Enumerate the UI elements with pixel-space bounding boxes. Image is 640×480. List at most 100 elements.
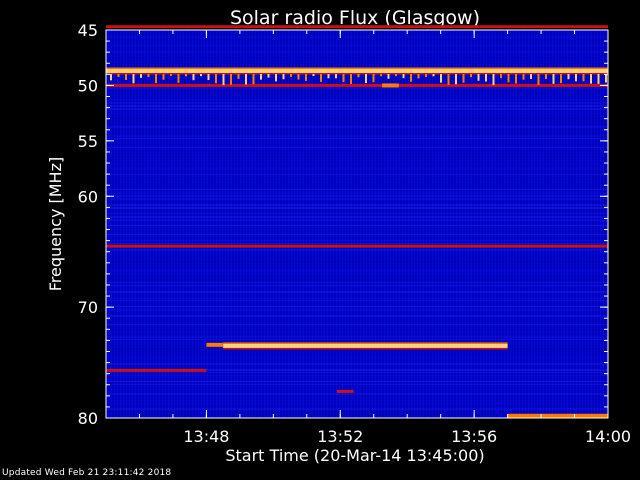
burst-dash [230,74,232,85]
frequency-stripe [106,66,608,67]
frequency-stripe [106,318,608,319]
frequency-stripe [106,255,608,257]
frequency-stripe [106,129,608,131]
emission-band [106,244,608,248]
burst-dash [560,74,562,84]
burst-dash [552,74,555,84]
frequency-stripe [106,168,608,169]
burst-dash [507,74,510,83]
frequency-stripe [106,387,608,388]
frequency-stripe [106,234,608,235]
frequency-stripe [106,258,608,259]
frequency-stripe [106,120,608,122]
frequency-stripe [106,357,608,358]
burst-dash [282,74,285,80]
frequency-stripe [106,81,608,82]
frequency-stripe [106,303,608,305]
frequency-stripe [106,174,608,175]
frequency-stripe [106,219,608,221]
frequency-stripe [106,165,608,166]
frequency-stripe [106,336,608,338]
frequency-stripe [106,339,608,340]
x-axis-label: Start Time (20-Mar-14 13:45:00) [225,446,484,465]
frequency-stripe [106,288,608,289]
frequency-stripe [106,261,608,263]
emission-band [223,343,508,348]
frequency-stripe [106,99,608,100]
burst-dash [117,74,120,78]
burst-dash [305,74,307,81]
burst-dash [477,74,480,81]
burst-dash [567,74,570,80]
frequency-stripe [106,270,608,272]
frequency-stripe [106,408,608,410]
frequency-stripe [106,366,608,368]
frequency-stripe [106,294,608,295]
frequency-stripe [106,267,608,268]
frequency-stripe [106,201,608,203]
burst-dash [395,74,397,77]
burst-dash [410,74,412,82]
burst-dash [147,74,150,77]
frequency-stripe [106,375,608,376]
frequency-stripe [106,78,608,80]
frequency-stripe [106,381,608,382]
frequency-stripe [106,138,608,139]
frequency-stripe [106,192,608,194]
x-tick-label: 13:48 [183,427,229,446]
burst-dash [320,74,322,82]
burst-dash [402,74,405,79]
burst-dash [162,74,165,80]
frequency-stripe [106,333,608,334]
burst-dash [245,74,247,85]
frequency-stripe [106,279,608,281]
burst-dash [455,74,457,85]
frequency-stripe [106,75,608,76]
frequency-stripe [106,114,608,116]
frequency-stripe [106,186,608,188]
burst-dash [237,74,240,79]
y-tick-label: 80 [78,409,98,428]
emission-band [507,413,608,418]
frequency-stripe [106,384,608,385]
updated-timestamp: Updated Wed Feb 21 23:11:42 2018 [2,468,172,478]
y-tick-label: 70 [78,298,98,317]
frequency-stripe [106,354,608,355]
burst-dash [605,74,607,83]
burst-dash [485,74,487,82]
burst-dash [290,74,292,77]
burst-dash [425,74,427,77]
burst-dash [125,74,127,80]
frequency-stripe [106,93,608,95]
burst-dash [155,74,157,84]
emission-band [206,342,224,347]
burst-dash [170,74,172,77]
emission-band [106,25,608,29]
x-tick-label: 14:00 [585,427,631,446]
frequency-stripe [106,177,608,179]
burst-dash [432,74,435,77]
burst-dash [447,74,450,85]
frequency-stripe [106,204,608,206]
emission-band [382,83,399,88]
frequency-stripe [106,54,608,56]
frequency-stripe [106,324,608,325]
frequency-stripe [106,297,608,299]
burst-dash [177,74,180,83]
frequency-stripe [106,195,608,197]
frequency-stripe [106,237,608,239]
frequency-stripe [106,183,608,185]
burst-dash [110,74,112,81]
frequency-stripe [106,240,608,241]
frequency-stripe [106,327,608,328]
frequency-stripe [106,153,608,154]
frequency-stripe [106,144,608,146]
frequency-stripe [106,210,608,212]
frequency-stripe [106,285,608,286]
frequency-stripe [106,393,608,395]
frequency-stripe [106,162,608,163]
burst-dash [327,74,330,79]
frequency-stripe [106,87,608,89]
frequency-stripe [106,135,608,137]
emission-band [336,389,354,393]
